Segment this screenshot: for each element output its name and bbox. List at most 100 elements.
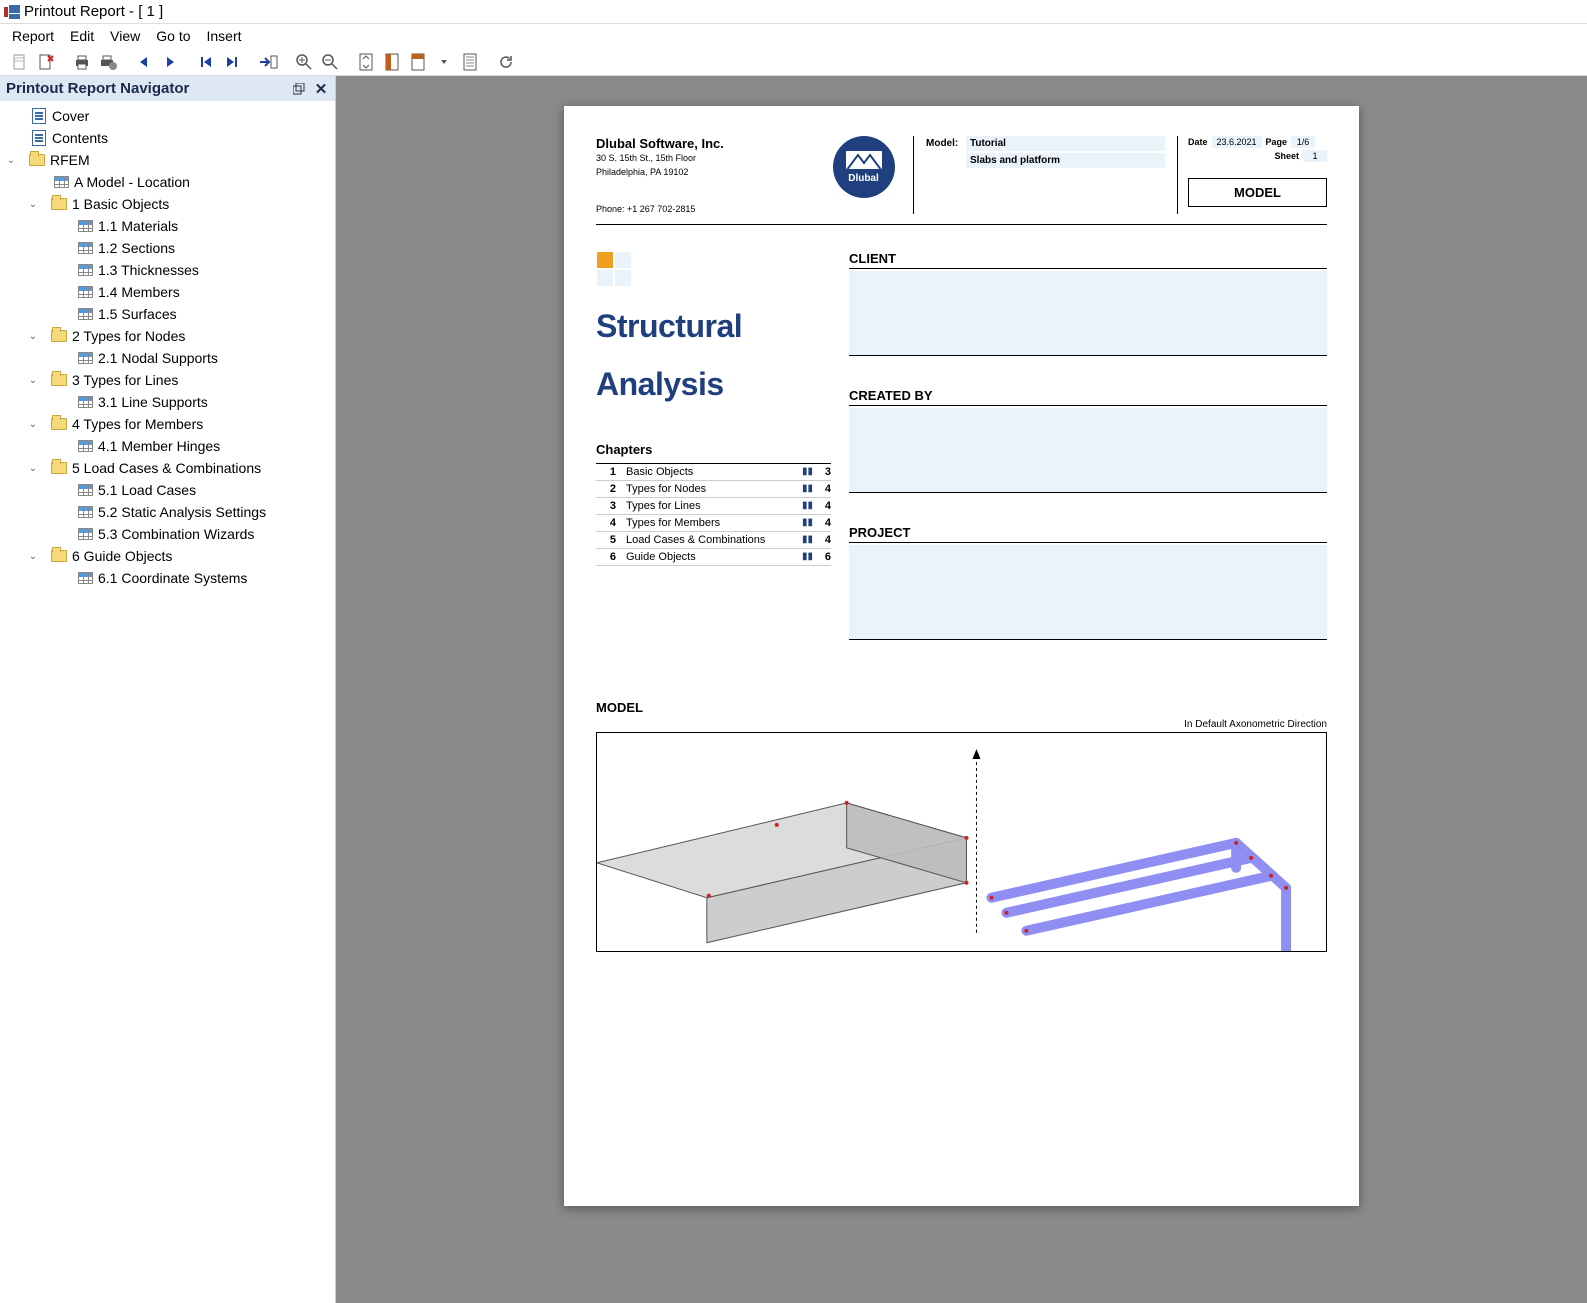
sheet-label: Sheet — [1274, 151, 1299, 161]
sheet-value: 1 — [1303, 150, 1327, 162]
tree-nodal-supports[interactable]: 2.1 Nodal Supports — [0, 347, 335, 369]
print-icon[interactable] — [70, 50, 94, 74]
chapters-label: Chapters — [596, 442, 831, 457]
table-icon — [76, 570, 94, 586]
close-panel-icon[interactable]: ✕ — [313, 81, 329, 97]
tree-sections[interactable]: 1.2 Sections — [0, 237, 335, 259]
page-icon — [30, 130, 48, 146]
chapter-row: 4Types for Members▮▮4 — [596, 515, 831, 532]
tree-materials[interactable]: 1.1 Materials — [0, 215, 335, 237]
title-bar: Printout Report - [ 1 ] — [0, 0, 1587, 24]
layout2-icon[interactable] — [406, 50, 430, 74]
delete-page-icon[interactable] — [34, 50, 58, 74]
zoom-in-icon[interactable] — [292, 50, 316, 74]
menu-view[interactable]: View — [102, 26, 148, 46]
zoom-out-icon[interactable] — [318, 50, 342, 74]
prev-icon[interactable] — [132, 50, 156, 74]
next-icon[interactable] — [158, 50, 182, 74]
folder-icon — [50, 328, 68, 344]
last-icon[interactable] — [220, 50, 244, 74]
navigator-header: Printout Report Navigator ✕ — [0, 76, 335, 101]
tree-types-nodes[interactable]: ⌄2 Types for Nodes — [0, 325, 335, 347]
chevron-down-icon[interactable]: ⌄ — [4, 155, 18, 166]
tree-types-members[interactable]: ⌄4 Types for Members — [0, 413, 335, 435]
layout1-icon[interactable] — [380, 50, 404, 74]
first-icon[interactable] — [194, 50, 218, 74]
page-value: 1/6 — [1291, 136, 1315, 148]
tree-surfaces[interactable]: 1.5 Surfaces — [0, 303, 335, 325]
table-icon — [76, 350, 94, 366]
decorative-squares — [596, 251, 636, 287]
company-addr1: 30 S. 15th St., 15th Floor — [596, 153, 826, 165]
page-lines-icon[interactable] — [458, 50, 482, 74]
chevron-down-icon[interactable]: ⌄ — [26, 419, 40, 430]
tree-guide[interactable]: ⌄6 Guide Objects — [0, 545, 335, 567]
company-addr2: Philadelphia, PA 19102 — [596, 167, 826, 179]
menu-report[interactable]: Report — [4, 26, 62, 46]
chapter-name: Guide Objects — [626, 551, 802, 563]
tree-cover[interactable]: Cover — [0, 105, 335, 127]
table-icon — [76, 438, 94, 454]
model-box: MODEL — [1188, 178, 1327, 207]
dlubal-logo: Dlubal — [833, 136, 895, 198]
chevron-down-icon[interactable]: ⌄ — [26, 199, 40, 210]
navigator-title: Printout Report Navigator — [6, 80, 189, 97]
menu-goto[interactable]: Go to — [148, 26, 198, 46]
client-label: CLIENT — [849, 251, 1327, 269]
tree-lc[interactable]: 5.1 Load Cases — [0, 479, 335, 501]
fit-page-icon[interactable] — [354, 50, 378, 74]
chapter-page: 4 — [817, 483, 831, 495]
chapter-num: 5 — [596, 534, 626, 546]
tree-members[interactable]: 1.4 Members — [0, 281, 335, 303]
tree-basic-objects[interactable]: ⌄1 Basic Objects — [0, 193, 335, 215]
toolbar — [0, 48, 1587, 76]
date-value: 23.6.2021 — [1212, 136, 1262, 148]
menu-edit[interactable]: Edit — [62, 26, 102, 46]
chapters-list: 1Basic Objects▮▮32Types for Nodes▮▮43Typ… — [596, 463, 831, 566]
chevron-down-icon[interactable]: ⌄ — [26, 331, 40, 342]
tree-member-hinges[interactable]: 4.1 Member Hinges — [0, 435, 335, 457]
tree-contents[interactable]: Contents — [0, 127, 335, 149]
table-icon — [76, 482, 94, 498]
pages-icon: ▮▮ — [802, 466, 813, 477]
pages-icon: ▮▮ — [802, 500, 813, 511]
tree-line-supports[interactable]: 3.1 Line Supports — [0, 391, 335, 413]
print-settings-icon[interactable] — [96, 50, 120, 74]
refresh-icon[interactable] — [494, 50, 518, 74]
menu-insert[interactable]: Insert — [199, 26, 250, 46]
pages-icon: ▮▮ — [802, 534, 813, 545]
chapter-num: 4 — [596, 517, 626, 529]
tree-a-model[interactable]: A Model - Location — [0, 171, 335, 193]
chapter-page: 4 — [817, 517, 831, 529]
pages-icon: ▮▮ — [802, 483, 813, 494]
window-title: Printout Report - [ 1 ] — [24, 3, 163, 20]
tree-sas[interactable]: 5.2 Static Analysis Settings — [0, 501, 335, 523]
undock-icon[interactable] — [291, 81, 307, 97]
chapter-name: Types for Lines — [626, 500, 802, 512]
chevron-down-icon[interactable]: ⌄ — [26, 551, 40, 562]
folder-icon — [50, 548, 68, 564]
model-section-head: MODEL — [596, 700, 1327, 715]
logo-text: Dlubal — [848, 173, 879, 184]
folder-icon — [50, 196, 68, 212]
navigator-panel: Printout Report Navigator ✕ Cover Conten… — [0, 76, 336, 1303]
table-icon — [76, 394, 94, 410]
chapter-page: 4 — [817, 500, 831, 512]
layout-dropdown-icon[interactable] — [432, 50, 456, 74]
tree-rfem[interactable]: ⌄RFEM — [0, 149, 335, 171]
model-direction-label: In Default Axonometric Direction — [596, 719, 1327, 730]
chevron-down-icon[interactable]: ⌄ — [26, 463, 40, 474]
tree-cw[interactable]: 5.3 Combination Wizards — [0, 523, 335, 545]
tree-types-lines[interactable]: ⌄3 Types for Lines — [0, 369, 335, 391]
page-setup-icon[interactable] — [8, 50, 32, 74]
chevron-down-icon[interactable]: ⌄ — [26, 375, 40, 386]
goto-page-icon[interactable] — [256, 50, 280, 74]
tree-thicknesses[interactable]: 1.3 Thicknesses — [0, 259, 335, 281]
pages-icon: ▮▮ — [802, 551, 813, 562]
report-preview[interactable]: Dlubal Software, Inc. 30 S. 15th St., 15… — [336, 76, 1587, 1303]
tree-coord[interactable]: 6.1 Coordinate Systems — [0, 567, 335, 589]
tree-load-cases[interactable]: ⌄5 Load Cases & Combinations — [0, 457, 335, 479]
project-box — [849, 545, 1327, 640]
chapter-num: 6 — [596, 551, 626, 563]
model-label: Model: — [926, 138, 966, 149]
